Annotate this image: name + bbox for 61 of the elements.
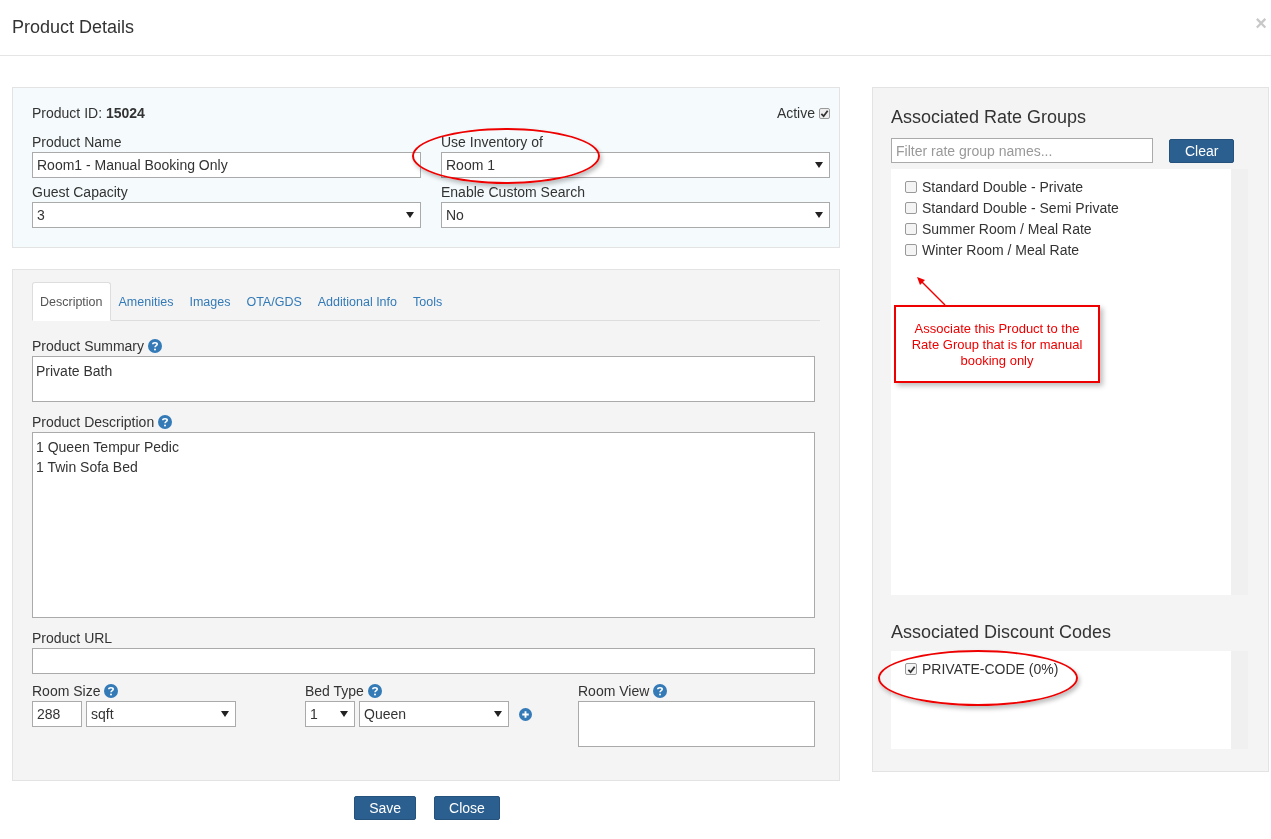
field-label: Guest Capacity: [32, 183, 129, 202]
product-id: Product ID: 15024: [32, 105, 145, 121]
checkbox[interactable]: [905, 181, 917, 193]
help-icon[interactable]: [653, 684, 668, 698]
tab[interactable]: Tools: [405, 282, 451, 321]
tab[interactable]: Additional Info: [309, 282, 405, 321]
checkbox[interactable]: [905, 244, 917, 256]
rate-group-label[interactable]: Standard Double - Private: [922, 179, 1084, 195]
size-field[interactable]: 288: [32, 701, 82, 727]
action-button[interactable]: Close: [434, 796, 500, 820]
caret-icon: [815, 162, 823, 168]
checkbox[interactable]: [905, 202, 917, 214]
field-label: Use Inventory of: [441, 133, 544, 152]
select-field[interactable]: Room 1: [441, 152, 830, 178]
tab[interactable]: Images: [181, 282, 239, 321]
description-textarea[interactable]: 1 Queen Tempur Pedic 1 Twin Sofa Bed: [32, 432, 815, 618]
caret-icon: [340, 711, 348, 717]
active-checkbox[interactable]: [819, 107, 830, 119]
clear-button[interactable]: Clear: [1169, 138, 1235, 163]
section-heading: Associated Discount Codes: [891, 621, 1113, 644]
checkbox[interactable]: [905, 663, 917, 675]
text-field[interactable]: Room1 - Manual Booking Only: [32, 152, 421, 178]
field-label: Room Size: [32, 682, 101, 701]
dialog-title: Product Details: [12, 17, 135, 38]
checkbox[interactable]: [905, 223, 917, 235]
tab[interactable]: Description: [32, 282, 111, 321]
caret-icon: [406, 212, 414, 218]
bed-type-select[interactable]: Queen: [359, 701, 509, 727]
room-view-textarea[interactable]: [578, 701, 815, 747]
help-icon[interactable]: [148, 339, 163, 353]
field-label: Product Summary: [32, 337, 145, 356]
rate-group-label[interactable]: Standard Double - Semi Private: [922, 200, 1119, 216]
count-select[interactable]: 1: [305, 701, 355, 727]
summary-textarea[interactable]: Private Bath: [32, 356, 815, 402]
field-label: Room View: [578, 682, 650, 701]
add-icon[interactable]: [519, 707, 532, 721]
tab[interactable]: Amenities: [110, 282, 182, 321]
select-field[interactable]: No: [441, 202, 830, 228]
caret-icon: [815, 212, 823, 218]
field-label: Bed Type: [305, 682, 364, 701]
field-label: Product Description: [32, 413, 155, 432]
annotation-callout: Associate this Product to the Rate Group that is for manual booking only: [894, 305, 1100, 383]
rate-group-label[interactable]: Summer Room / Meal Rate: [922, 221, 1092, 237]
field-label: Product Name: [32, 133, 123, 152]
help-icon[interactable]: [367, 684, 382, 698]
discount-code-label[interactable]: PRIVATE-CODE (0%): [922, 661, 1059, 677]
section-heading: Associated Rate Groups: [891, 106, 1088, 129]
arrow-icon: [915, 275, 947, 307]
caret-icon: [494, 711, 502, 717]
field-label: Product URL: [32, 629, 113, 648]
select-field[interactable]: 3: [32, 202, 421, 228]
url-field[interactable]: [32, 648, 815, 674]
tab[interactable]: OTA/GDS: [238, 282, 310, 321]
help-icon[interactable]: [158, 415, 173, 429]
caret-icon: [221, 711, 229, 717]
help-icon[interactable]: [104, 684, 119, 698]
unit-select[interactable]: sqft: [86, 701, 236, 727]
rate-group-label[interactable]: Winter Room / Meal Rate: [922, 242, 1080, 258]
action-button[interactable]: Save: [354, 796, 417, 820]
field-label: Enable Custom Search: [441, 183, 586, 202]
active-label: Active: [776, 105, 815, 121]
